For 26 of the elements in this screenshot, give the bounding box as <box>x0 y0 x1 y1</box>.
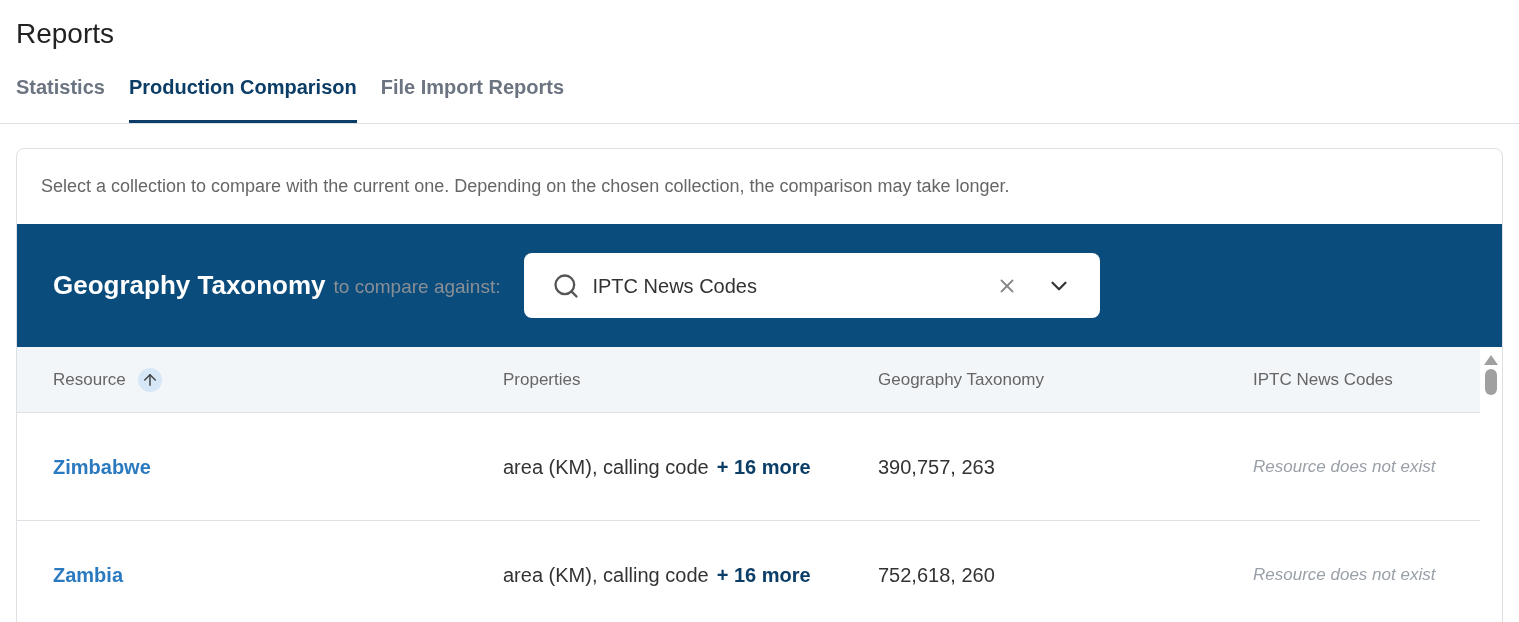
resource-link[interactable]: Zambia <box>53 563 124 586</box>
missing-text: Resource does not exist <box>1253 456 1436 476</box>
search-icon <box>552 271 581 300</box>
more-link[interactable]: + 16 more <box>716 559 811 590</box>
connector-text: to compare against: <box>333 275 501 300</box>
column-header[interactable]: Geography Taxonomy <box>878 366 1044 393</box>
tab[interactable]: Statistics <box>16 72 105 123</box>
scroll-thumb[interactable] <box>1485 369 1497 395</box>
select-value: IPTC News Codes <box>592 273 758 299</box>
missing-text: Resource does not exist <box>1253 564 1436 584</box>
properties-text: area (KM), calling code <box>503 454 709 480</box>
scroll-up-icon[interactable] <box>1484 355 1498 365</box>
collection-name: Geography Taxonomy <box>53 269 326 302</box>
column-header[interactable]: IPTC News Codes <box>1253 366 1393 393</box>
column-header[interactable]: Resource <box>53 366 126 393</box>
collection-select[interactable]: IPTC News Codes <box>524 253 1101 318</box>
value-text: 752,618, 260 <box>878 563 995 586</box>
more-link[interactable]: + 16 more <box>716 451 811 482</box>
properties-text: area (KM), calling code <box>503 562 709 588</box>
resource-link[interactable]: Zimbabwe <box>53 455 151 478</box>
value-text: 390,757, 263 <box>878 455 995 478</box>
tab[interactable]: Production Comparison <box>128 72 357 123</box>
tab[interactable]: File Import Reports <box>380 72 565 123</box>
intro-text: Select a collection to compare with the current one. Depending on the chosen collection, the comparison may take longer. <box>40 175 1011 198</box>
column-header[interactable]: Properties <box>503 366 581 393</box>
page-title: Reports <box>15 17 116 51</box>
